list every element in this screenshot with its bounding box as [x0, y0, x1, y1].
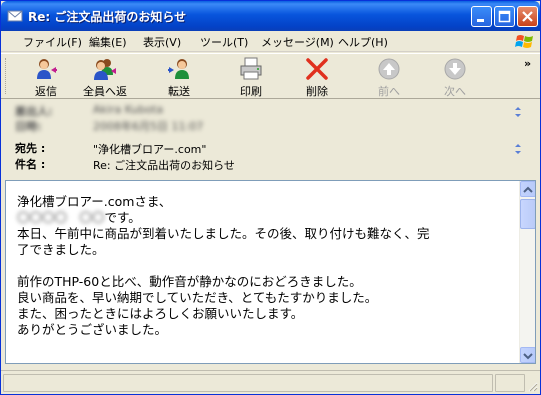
next-button[interactable]: 次へ: [428, 56, 482, 98]
recipients-expand-icon[interactable]: [511, 142, 525, 156]
title-bar[interactable]: Re: ご注文品出荷のお知らせ: [1, 1, 540, 31]
menu-file[interactable]: ファイル(F): [23, 34, 82, 50]
toolbar: 返信 全員へ返信 転送: [1, 53, 540, 114]
delete-icon: [306, 58, 328, 80]
forward-label: 転送: [168, 85, 190, 98]
body-line-8: また、困ったときにはよろしくお願いいたします。: [17, 306, 304, 321]
forward-button[interactable]: 転送: [152, 56, 206, 98]
subject-value: Re: ご注文品出荷のお知らせ: [93, 159, 235, 172]
scroll-thumb[interactable]: [520, 199, 535, 229]
redacted-name: 〇〇〇〇 〇〇: [17, 210, 105, 225]
print-label: 印刷: [240, 85, 262, 98]
scroll-up-button[interactable]: [520, 181, 535, 197]
close-icon: [522, 11, 533, 22]
toolbar-grip[interactable]: [5, 58, 8, 94]
body-line-9: ありがとうございました。: [17, 322, 168, 337]
subject-label: 件名 :: [15, 158, 46, 171]
menu-bar: ファイル(F) 編集(E) 表示(V) ツール(T) メッセージ(M) ヘルプ(…: [1, 31, 540, 52]
minimize-icon: [477, 19, 484, 22]
previous-icon: [378, 58, 400, 80]
maximize-icon: [498, 10, 511, 23]
delete-button[interactable]: 削除: [290, 56, 344, 98]
menu-tools[interactable]: ツール(T): [200, 34, 248, 50]
from-label: 差出人:: [15, 105, 53, 118]
to-value: "浄化槽ブロアー.com": [93, 143, 207, 156]
date-value: 2008年6月5日 11:07: [93, 120, 204, 133]
window-title: Re: ご注文品出荷のお知らせ: [28, 10, 187, 24]
status-panel-main: [3, 374, 493, 392]
menu-view[interactable]: 表示(V): [143, 34, 181, 50]
chevron-up-icon: [523, 186, 533, 193]
reply-all-icon: [94, 59, 116, 80]
previous-label: 前へ: [378, 85, 400, 98]
body-line-1: 浄化槽ブロアー.comさま、: [17, 194, 172, 209]
printer-icon: [240, 57, 262, 80]
message-body[interactable]: 浄化槽ブロアー.comさま、 〇〇〇〇 〇〇です。 本日、午前中に商品が到着いた…: [5, 180, 536, 364]
menu-help[interactable]: ヘルプ(H): [338, 34, 388, 50]
to-label: 宛先 :: [15, 142, 46, 155]
menu-message[interactable]: メッセージ(M): [261, 34, 334, 50]
body-line-2: 〇〇〇〇 〇〇です。: [17, 210, 507, 226]
chevron-down-icon: [523, 353, 533, 360]
envelope-icon: [7, 10, 23, 22]
header-expand-icon[interactable]: [511, 105, 525, 119]
reply-button[interactable]: 返信: [19, 56, 73, 98]
close-button[interactable]: [517, 6, 538, 27]
body-line-7: 良い商品を、早い納期でしていただき、とてもたすかりました。: [17, 290, 378, 305]
toolbar-overflow-chevron[interactable]: »: [524, 57, 531, 70]
reply-all-button[interactable]: 全員へ返信: [78, 56, 132, 114]
message-window: Re: ご注文品出荷のお知らせ ファイル(F) 編集(E) 表示(V) ツール(…: [0, 0, 541, 395]
reply-icon: [37, 59, 57, 79]
status-bar: [1, 370, 540, 394]
maximize-button[interactable]: [494, 6, 515, 27]
scroll-down-button[interactable]: [520, 347, 535, 363]
next-label: 次へ: [444, 85, 466, 98]
from-value: Akira Kubota: [93, 103, 164, 116]
status-panel-secondary: [495, 374, 525, 392]
reply-label: 返信: [35, 85, 57, 98]
forward-icon: [168, 59, 189, 79]
next-icon: [444, 58, 466, 80]
message-body-text: 浄化槽ブロアー.comさま、 〇〇〇〇 〇〇です。 本日、午前中に商品が到着いた…: [17, 194, 507, 338]
date-label: 日時:: [15, 120, 42, 133]
menu-edit[interactable]: 編集(E): [89, 34, 127, 50]
body-line-6: 前作のTHP-60と比べ、動作音が静かなのにおどろきました。: [17, 274, 362, 289]
delete-label: 削除: [306, 85, 328, 98]
minimize-button[interactable]: [471, 6, 492, 27]
message-header: 差出人: Akira Kubota 日時: 2008年6月5日 11:07 宛先…: [1, 99, 540, 179]
resize-grip-icon[interactable]: [526, 380, 538, 392]
body-line-4: 了できました。: [17, 242, 105, 257]
windows-logo-icon: [515, 35, 533, 48]
body-line-3: 本日、午前中に商品が到着いたしました。その後、取り付けも難なく、完: [17, 226, 430, 241]
print-button[interactable]: 印刷: [224, 56, 278, 98]
body-line-5: [17, 258, 507, 274]
vertical-scrollbar[interactable]: [519, 181, 535, 363]
body-line-2-suffix: です。: [104, 210, 141, 225]
previous-button[interactable]: 前へ: [362, 56, 416, 98]
